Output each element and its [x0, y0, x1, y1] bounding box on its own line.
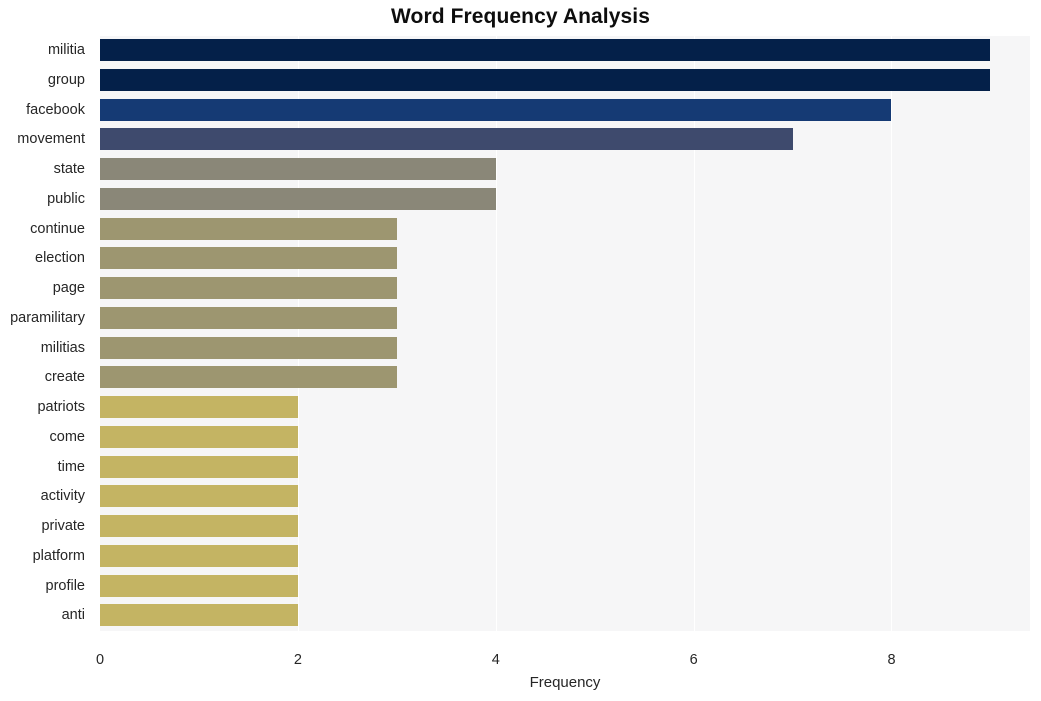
- y-tick-label-continue: continue: [30, 220, 85, 237]
- bar-election[interactable]: [100, 247, 397, 270]
- y-tick-label-public: public: [47, 190, 85, 207]
- bar-row: [100, 125, 1030, 153]
- x-tick-label-6: 6: [689, 652, 698, 668]
- y-tick-label-activity: activity: [40, 488, 85, 505]
- bar-row: [100, 423, 1030, 451]
- bar-row: [100, 512, 1030, 540]
- bar-movement[interactable]: [100, 128, 793, 151]
- y-tick-label-time: time: [57, 458, 85, 475]
- y-tick-label-private: private: [41, 518, 85, 534]
- y-tick-label-create: create: [44, 369, 85, 386]
- y-tick-label-state: state: [53, 161, 85, 177]
- x-axis-label: Frequency: [529, 674, 601, 691]
- bar-row: [100, 185, 1030, 213]
- bar-private[interactable]: [100, 515, 298, 537]
- bar-facebook[interactable]: [100, 98, 892, 121]
- y-tick-label-anti: anti: [61, 607, 85, 624]
- bar-row: [100, 572, 1030, 600]
- chart-title: Word Frequency Analysis: [390, 5, 651, 28]
- y-tick-label-militias: militias: [40, 339, 85, 356]
- y-tick-label-group: group: [47, 71, 85, 88]
- bar-create[interactable]: [100, 366, 397, 389]
- bar-patriots[interactable]: [100, 396, 298, 418]
- bar-group[interactable]: [100, 68, 991, 91]
- x-tick-label-2: 2: [293, 652, 302, 668]
- y-tick-label-profile: profile: [45, 577, 86, 594]
- y-tick-label-page: page: [52, 280, 85, 296]
- bar-row: [100, 274, 1030, 302]
- bar-profile[interactable]: [100, 574, 298, 597]
- bar-row: [100, 363, 1030, 391]
- y-tick-label-paramilitary: paramilitary: [10, 309, 85, 326]
- x-tick-label-4: 4: [491, 652, 500, 668]
- bar-platform[interactable]: [100, 544, 298, 567]
- y-tick-label-movement: movement: [17, 131, 85, 148]
- bar-row: [100, 244, 1030, 272]
- bar-row: [100, 453, 1030, 481]
- bar-militia[interactable]: [100, 39, 991, 61]
- bar-page[interactable]: [100, 277, 397, 299]
- bar-continue[interactable]: [100, 217, 397, 240]
- plot-area: [100, 36, 1030, 631]
- bar-row: [100, 601, 1030, 629]
- bar-row: [100, 482, 1030, 510]
- bar-row: [100, 393, 1030, 421]
- x-tick-label-0: 0: [95, 652, 105, 668]
- bar-row: [100, 36, 1030, 64]
- bar-row: [100, 334, 1030, 362]
- bar-paramilitary[interactable]: [100, 306, 397, 329]
- bar-activity[interactable]: [100, 485, 298, 508]
- bar-time[interactable]: [100, 455, 298, 478]
- word-frequency-bar-chart: Word Frequency Analysis militia group face…: [0, 0, 1041, 701]
- y-tick-label-platform: platform: [32, 547, 85, 564]
- bar-row: [100, 215, 1030, 243]
- bar-row: [100, 66, 1030, 94]
- bar-come[interactable]: [100, 425, 298, 448]
- y-tick-label-militia: militia: [47, 42, 85, 58]
- bar-row: [100, 542, 1030, 570]
- y-tick-label-facebook: facebook: [26, 101, 85, 118]
- bar-state[interactable]: [100, 158, 496, 180]
- y-tick-label-election: election: [35, 250, 85, 267]
- bar-public[interactable]: [100, 187, 496, 210]
- bar-row: [100, 304, 1030, 332]
- bar-anti[interactable]: [100, 604, 298, 627]
- y-tick-label-come: come: [49, 428, 85, 445]
- x-tick-label-8: 8: [887, 652, 896, 668]
- bar-row: [100, 155, 1030, 183]
- bar-row: [100, 96, 1030, 124]
- y-tick-label-patriots: patriots: [37, 399, 85, 415]
- bar-militias[interactable]: [100, 336, 397, 359]
- y-axis-tick-labels: militia group facebook movement state public c…: [0, 36, 93, 631]
